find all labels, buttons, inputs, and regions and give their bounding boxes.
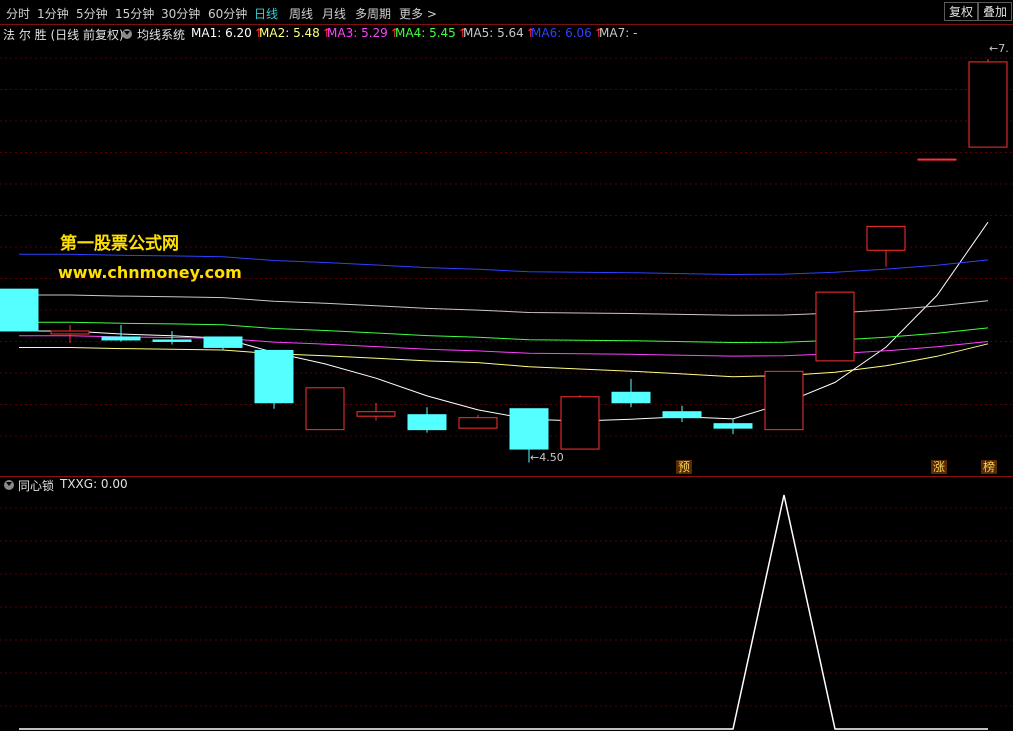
kline-chart[interactable] [0, 0, 1013, 731]
candle-body [917, 158, 957, 161]
candle-body [713, 423, 753, 429]
candle-body [458, 417, 498, 429]
dropdown-circle-icon[interactable] [4, 480, 14, 490]
candle-body [815, 291, 855, 362]
candle-body [968, 61, 1008, 148]
high-price-value: 7. [998, 42, 1009, 55]
candle-body [662, 411, 702, 419]
candle-body [509, 408, 549, 450]
candle-body [50, 330, 90, 335]
candle-body [305, 387, 345, 431]
candle-body [356, 411, 396, 417]
candle-body [866, 225, 906, 251]
badge-rise[interactable]: 涨 [931, 460, 948, 474]
candle-body [101, 336, 141, 341]
candle-body [152, 339, 192, 342]
badge-forecast[interactable]: 预 [676, 460, 693, 474]
low-price-label: ←4.50 [530, 451, 564, 464]
candle-body [254, 349, 294, 404]
indicator-series-label: TXXG: 0.00 [60, 477, 128, 491]
candle-body [203, 336, 243, 348]
candle-body [560, 396, 600, 450]
badge-rank[interactable]: 榜 [981, 460, 998, 474]
indicator-pane-name[interactable]: 同心锁 [18, 477, 54, 494]
low-price-value: 4.50 [539, 451, 564, 464]
candle-body [764, 370, 804, 431]
txxg-line [19, 494, 988, 730]
watermark-url: www.chnmoney.com [58, 263, 242, 282]
candle-body [0, 288, 39, 332]
candle-body [611, 391, 651, 404]
indicator-info-bar: 同心锁 TXXG: 0.00 [0, 477, 1013, 493]
high-price-label: ←7. [989, 42, 1009, 55]
watermark-title: 第一股票公式网 [60, 234, 179, 254]
candle-body [407, 414, 447, 431]
